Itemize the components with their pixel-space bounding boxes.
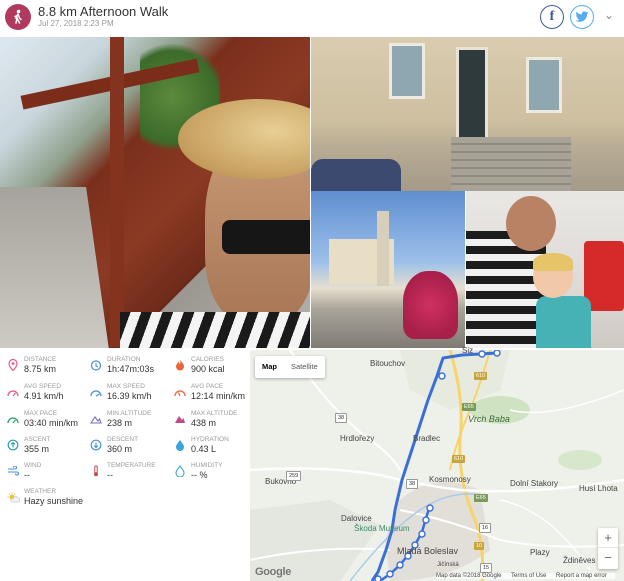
chevron-down-icon[interactable]: ⌄ — [604, 8, 614, 22]
photo-building-steps[interactable] — [311, 37, 624, 191]
stat-label: MAX ALTITUDE — [191, 410, 238, 417]
road-number: 38 — [406, 479, 419, 489]
photo-town-square[interactable] — [311, 191, 465, 348]
stat-label: TEMPERATURE — [107, 462, 156, 469]
road-number: 38 — [335, 413, 348, 423]
map-label: Bradlec — [413, 434, 441, 443]
wind-icon — [6, 464, 20, 478]
map-label: Škoda Muzeum — [354, 524, 410, 533]
map-label: Husí Lhota — [579, 484, 618, 493]
road-number: E65 — [462, 403, 476, 411]
speedometer-icon — [89, 385, 103, 399]
map-label: Kosmonosy — [429, 475, 471, 484]
map-label: Mladá Boleslav — [397, 546, 459, 556]
map-label: Bitouchov — [370, 359, 406, 368]
stat-label: CALORIES — [191, 356, 224, 363]
descent-icon — [89, 438, 103, 452]
road-number: 10 — [474, 542, 485, 550]
stat-value: -- — [107, 470, 113, 480]
stat-label: DISTANCE — [24, 356, 57, 363]
ascent-icon — [6, 438, 20, 452]
stat-value: 438 m — [191, 418, 217, 428]
twitter-icon — [575, 11, 589, 22]
stat-value: 900 kcal — [191, 364, 225, 374]
map-pin-icon — [6, 358, 20, 372]
mountain-up-icon — [173, 412, 187, 426]
google-logo: Google — [255, 566, 292, 578]
stat-label: DURATION — [107, 356, 141, 363]
map-data-text: Map data ©2018 Google — [436, 573, 502, 579]
map-zoom-control: + − — [598, 528, 618, 569]
stat-label: HYDRATION — [191, 436, 229, 443]
map-label: Hrdlořezy — [340, 434, 375, 443]
stopwatch-icon — [89, 358, 103, 372]
stat-value: -- — [24, 470, 30, 480]
gauge-icon — [6, 412, 20, 426]
satellite-view-button[interactable]: Satellite — [284, 356, 325, 378]
stat-value: 355 m — [24, 444, 50, 454]
twitter-share-button[interactable] — [570, 5, 594, 29]
map-label: Vrch Baba — [468, 414, 510, 424]
map-type-toggle: Map Satellite — [255, 356, 325, 378]
stat-value: 238 m — [107, 418, 133, 428]
facebook-icon: f — [549, 9, 555, 24]
road-number: 16 — [479, 523, 492, 533]
humidity-drop-icon — [173, 464, 187, 478]
stat-label: MAX SPEED — [107, 383, 145, 390]
sun-cloud-icon — [6, 490, 20, 504]
map-label: Ždiněves — [563, 556, 596, 565]
stat-value: 16.39 km/h — [107, 391, 152, 401]
activity-date: Jul 27, 2018 2:23 PM — [38, 19, 114, 28]
stat-value: Hazy sunshine — [24, 496, 84, 506]
zoom-in-button[interactable]: + — [598, 528, 618, 548]
road-number: 259 — [286, 471, 302, 481]
road-number: 610 — [474, 372, 488, 380]
mountain-down-icon — [89, 412, 103, 426]
stat-label: MIN ALTITUDE — [107, 410, 152, 417]
road-number: 15 — [480, 563, 493, 573]
terms-link[interactable]: Terms of Use — [511, 573, 546, 579]
stat-value: 8.75 km — [24, 364, 57, 374]
map-attribution: Map data ©2018 Google Terms of Use Repor… — [436, 573, 615, 579]
facebook-share-button[interactable]: f — [540, 5, 564, 29]
photo-bridge-selfie[interactable] — [0, 37, 310, 348]
map-label: Plazy — [530, 548, 550, 557]
stat-value: 360 m — [107, 444, 133, 454]
report-map-error-link[interactable]: Report a map error — [556, 573, 607, 579]
map-view-button[interactable]: Map — [255, 356, 284, 378]
stat-label: AVG SPEED — [24, 383, 62, 390]
flame-icon — [173, 358, 187, 372]
activity-header: 8.8 km Afternoon Walk Jul 27, 2018 2:23 … — [0, 0, 624, 36]
map-label: Jičínská — [437, 562, 459, 568]
walking-person-icon — [5, 4, 31, 30]
stat-value: 1h:47m:03s — [107, 364, 155, 374]
road-number: 610 — [452, 455, 466, 463]
activity-stats-panel: DISTANCE 8.75 km DURATION 1h:47m:03s CAL… — [0, 350, 250, 581]
stat-label: WEATHER — [24, 488, 57, 495]
stat-value: -- % — [191, 470, 208, 480]
photo-feeding-child[interactable] — [466, 191, 624, 348]
stat-label: WIND — [24, 462, 42, 469]
map-label: Dolní Stakory — [510, 479, 559, 488]
map-label: Dalovice — [341, 514, 372, 523]
stat-label: DESCENT — [107, 436, 139, 443]
stat-value: 4.91 km/h — [24, 391, 64, 401]
stat-label: AVG PACE — [191, 383, 224, 390]
gauge-icon — [173, 385, 187, 399]
stat-value: 03:40 min/km — [24, 418, 79, 428]
stat-label: ASCENT — [24, 436, 51, 443]
map-label: Siz — [462, 346, 474, 355]
stat-value: 0.43 L — [191, 444, 217, 454]
thermometer-icon — [89, 464, 103, 478]
zoom-out-button[interactable]: − — [598, 548, 618, 568]
stat-label: HUMIDITY — [191, 462, 223, 469]
stat-value: 12:14 min/km — [191, 391, 246, 401]
stat-label: MAX PACE — [24, 410, 58, 417]
speedometer-icon — [6, 385, 20, 399]
water-drop-icon — [173, 438, 187, 452]
activity-title: 8.8 km Afternoon Walk — [38, 4, 169, 19]
road-number: E65 — [474, 494, 488, 502]
